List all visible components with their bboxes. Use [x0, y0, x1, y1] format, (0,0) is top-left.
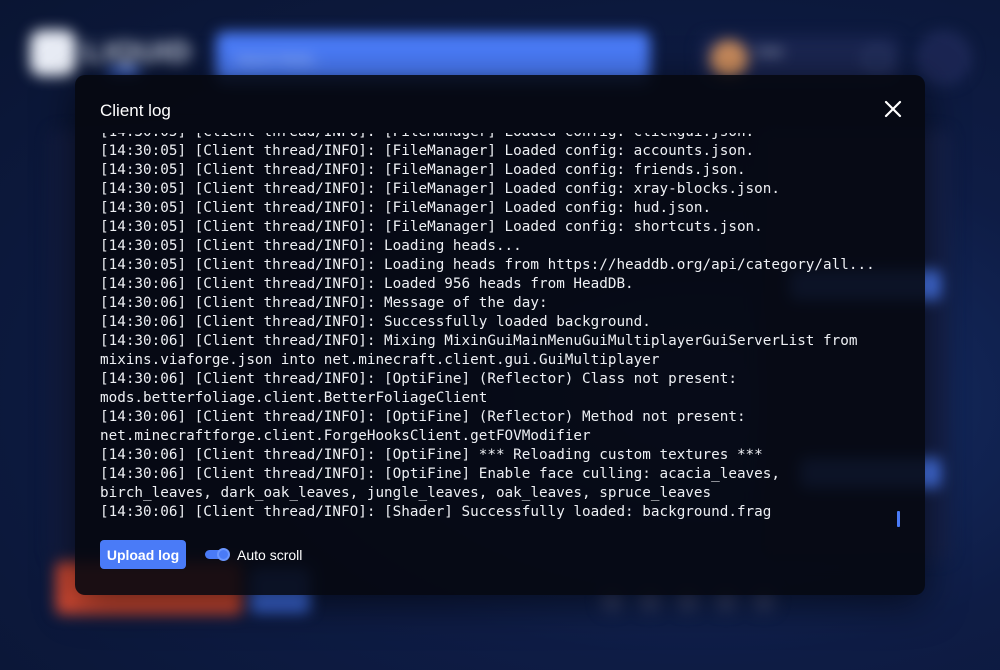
logo-text: LIQUID [84, 36, 192, 69]
avatar [710, 40, 748, 78]
close-button[interactable] [882, 98, 904, 120]
log-line: [14:30:05] [Client thread/INFO]: [FileMa… [100, 219, 763, 235]
upload-log-button[interactable]: Upload log [100, 540, 186, 569]
log-line: [14:30:06] [Client thread/INFO]: [Shader… [100, 504, 772, 520]
log-line: [14:30:06] [Client thread/INFO]: [OptiFi… [100, 447, 763, 463]
toggle-knob [217, 548, 230, 561]
log-line: [14:30:05] [Client thread/INFO]: [FileMa… [100, 143, 755, 159]
log-line: [14:30:06] [Client thread/INFO]: Mixing … [100, 333, 858, 349]
log-line: mixins.viaforge.json into net.minecraft.… [100, 352, 660, 368]
background-close-button [918, 32, 970, 84]
gear-icon [864, 46, 890, 72]
log-line: birch_leaves, dark_oak_leaves, jungle_le… [100, 485, 712, 501]
search-placeholder: Search Mods... [236, 52, 324, 67]
log-line: [14:30:06] [Client thread/INFO]: [OptiFi… [100, 371, 737, 387]
close-icon [884, 100, 902, 118]
log-line: [14:30:06] [Client thread/INFO]: [OptiFi… [100, 409, 746, 425]
log-line: mods.betterfoliage.client.BetterFoliageC… [100, 390, 488, 406]
dialog-title: Client log [100, 101, 171, 120]
auto-scroll-label: Auto scroll [237, 547, 303, 563]
log-scrollbar[interactable] [897, 511, 900, 527]
logo-mark [30, 30, 76, 76]
log-line: [14:30:05] [Client thread/INFO]: [FileMa… [100, 133, 875, 142]
log-line: net.minecraftforge.client.ForgeHooksClie… [100, 428, 591, 444]
client-log-dialog: Client log [14:30:05] [Client thread/INF… [75, 75, 925, 595]
log-line: [14:30:06] [Client thread/INFO]: Success… [100, 314, 651, 330]
log-lines: [14:30:05] [Client thread/INFO]: [FileMa… [100, 133, 875, 522]
log-line: [14:30:06] [Client thread/INFO]: Loaded … [100, 276, 634, 292]
username: User [756, 44, 784, 59]
log-line: [14:30:05] [Client thread/INFO]: Loading… [100, 238, 522, 254]
log-line: [14:30:06] [Client thread/INFO]: Message… [100, 295, 548, 311]
auto-scroll-toggle[interactable] [205, 548, 230, 561]
log-line: [14:30:05] [Client thread/INFO]: [FileMa… [100, 200, 712, 216]
log-line: [14:30:05] [Client thread/INFO]: [FileMa… [100, 181, 780, 197]
log-line: [14:30:06] [Client thread/INFO]: [OptiFi… [100, 466, 780, 482]
log-line: [14:30:05] [Client thread/INFO]: [FileMa… [100, 162, 746, 178]
log-output[interactable]: [14:30:05] [Client thread/INFO]: [FileMa… [100, 133, 905, 531]
log-line: [14:30:05] [Client thread/INFO]: Loading… [100, 257, 875, 273]
